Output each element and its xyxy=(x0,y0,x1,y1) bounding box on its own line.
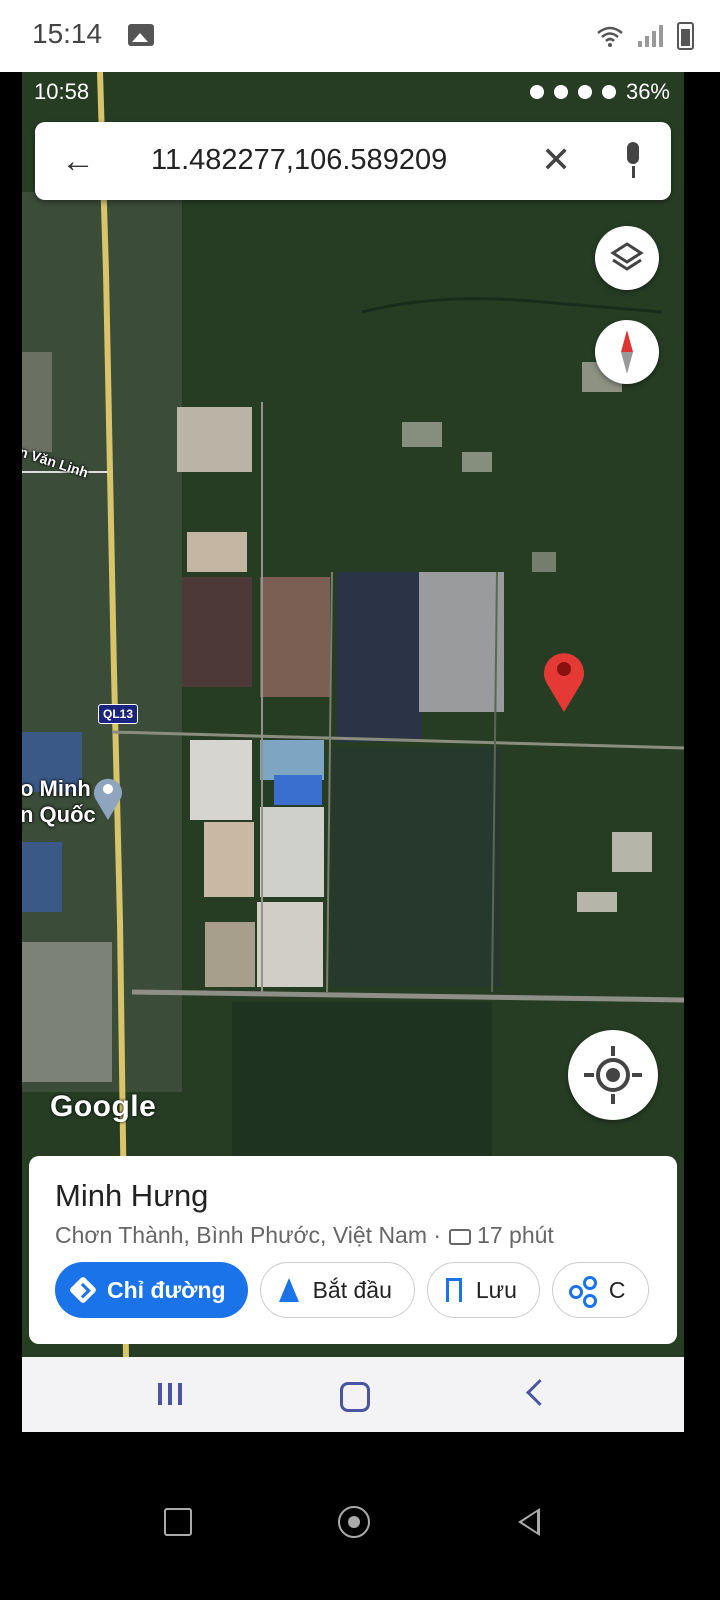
home-icon[interactable] xyxy=(340,1382,370,1412)
place-address: Chơn Thành, Bình Phước, Việt Nam · xyxy=(55,1222,442,1248)
wifi-icon xyxy=(597,26,623,47)
inner-status-icons: 36% xyxy=(529,79,670,105)
recents-square-icon[interactable] xyxy=(164,1508,192,1536)
inner-status-bar: 10:58 36% xyxy=(22,72,684,110)
save-label: Lưu xyxy=(475,1276,517,1303)
car-icon xyxy=(449,1228,472,1245)
device-status-bar: 15:14 xyxy=(0,0,720,72)
place-card[interactable]: Minh Hưng Chơn Thành, Bình Phước, Việt N… xyxy=(29,1156,677,1344)
road-shield-label: QL13 xyxy=(98,704,139,724)
search-query[interactable]: 11.482277,106.589209 xyxy=(151,144,447,177)
directions-icon xyxy=(68,1275,98,1305)
start-label: Bắt đầu xyxy=(312,1276,392,1303)
inner-time: 10:58 xyxy=(34,79,90,104)
start-button[interactable]: Bắt đầu xyxy=(259,1262,415,1318)
wifi-icon xyxy=(601,85,616,99)
bookmark-icon xyxy=(445,1278,462,1302)
poi-label-line1: o Minh xyxy=(22,776,91,801)
directions-label: Chỉ đường xyxy=(107,1276,226,1303)
back-triangle-icon[interactable] xyxy=(518,1508,540,1536)
directions-button[interactable]: Chỉ đường xyxy=(55,1262,248,1318)
mic-icon[interactable] xyxy=(623,142,643,178)
signal-icon xyxy=(638,25,663,47)
location-icon xyxy=(577,85,592,99)
maps-screenshot: n Văn Linh QL13 o Minh n Quốc Google 10:… xyxy=(22,72,684,1432)
travel-time: 17 phút xyxy=(477,1222,554,1248)
home-circle-icon[interactable] xyxy=(338,1506,370,1538)
my-location-button[interactable] xyxy=(568,1030,658,1120)
action-buttons: Chỉ đường Bắt đầu Lưu C xyxy=(55,1262,649,1318)
back-icon[interactable] xyxy=(526,1379,553,1406)
device-time: 15:14 xyxy=(32,18,103,49)
save-button[interactable]: Lưu xyxy=(426,1262,540,1318)
close-icon[interactable]: ✕ xyxy=(541,140,571,180)
compass-icon xyxy=(621,330,633,352)
inner-navigation-bar xyxy=(22,1357,684,1432)
red-pin-icon[interactable] xyxy=(542,648,586,712)
compass-button[interactable] xyxy=(595,320,659,384)
navigation-arrow-icon xyxy=(278,1278,299,1302)
battery-percent: 36% xyxy=(625,79,670,104)
device-navigation-bar xyxy=(0,1432,720,1600)
place-name: Minh Hưng xyxy=(55,1178,209,1213)
gallery-icon xyxy=(128,24,154,46)
alarm-icon xyxy=(529,85,544,99)
share-label: C xyxy=(608,1276,626,1303)
layers-icon xyxy=(610,242,644,271)
google-attribution: Google xyxy=(50,1090,157,1123)
recents-icon[interactable] xyxy=(158,1383,182,1405)
share-button[interactable]: C xyxy=(551,1262,649,1318)
place-address-row: Chơn Thành, Bình Phước, Việt Nam · 17 phú… xyxy=(55,1222,554,1249)
poi-pin-icon[interactable] xyxy=(92,774,124,820)
arrow-back-icon[interactable]: ← xyxy=(61,142,95,180)
battery-icon xyxy=(677,22,694,50)
share-icon xyxy=(568,1276,597,1308)
bluetooth-icon xyxy=(553,85,568,99)
poi-label-line2: n Quốc xyxy=(22,802,96,827)
device-status-icons xyxy=(596,22,694,50)
search-bar[interactable]: ← 11.482277,106.589209 ✕ xyxy=(35,122,671,200)
layers-button[interactable] xyxy=(595,226,659,290)
